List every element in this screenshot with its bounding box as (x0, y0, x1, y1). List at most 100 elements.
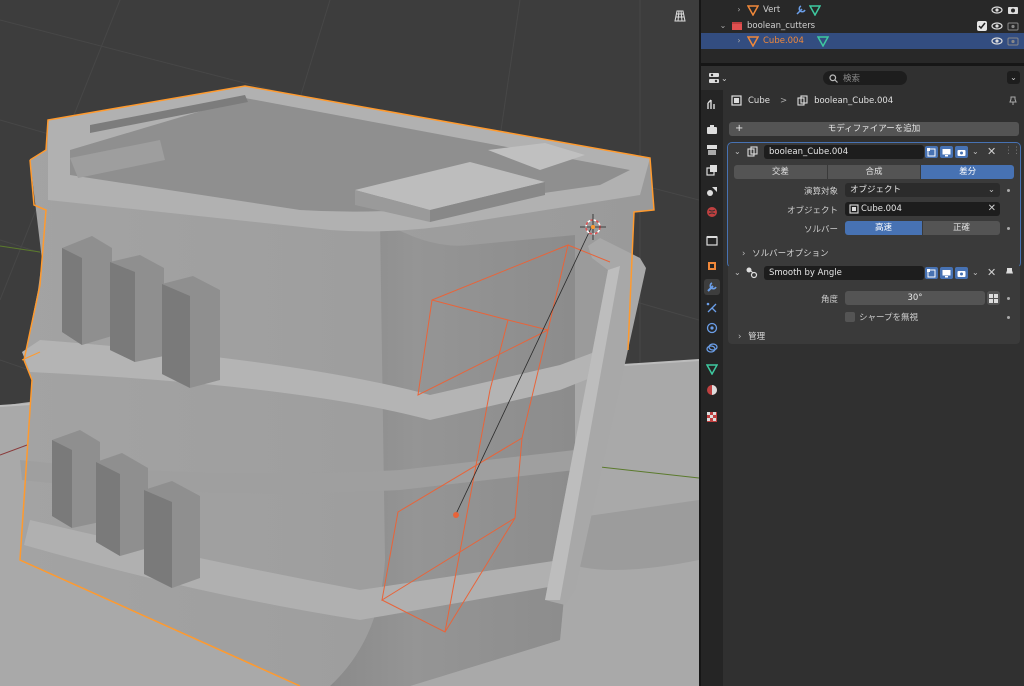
outliner-row-boolean-cutters[interactable]: ⌄ boolean_cutters (701, 18, 1024, 34)
operation-intersect[interactable]: 交差 (734, 165, 828, 179)
tab-physics[interactable] (704, 320, 720, 336)
expand-arrow-icon[interactable]: › (735, 6, 743, 14)
solver-options-subpanel[interactable]: › ソルバーオプション (742, 247, 829, 259)
collapse-chevron-icon[interactable]: ⌄ (734, 146, 741, 158)
operation-union[interactable]: 合成 (827, 165, 922, 179)
solver-exact[interactable]: 正確 (923, 221, 1000, 235)
eye-icon[interactable] (991, 20, 1003, 32)
viewport-grid-toggle-button[interactable] (673, 9, 691, 27)
breadcrumb: Cube > boolean_Cube.004 (731, 95, 893, 106)
angle-input[interactable]: 30° (845, 291, 985, 305)
add-modifier-label: モディファイアーを追加 (827, 124, 921, 134)
viewport-display-toggle[interactable] (940, 146, 953, 158)
collapse-arrow-icon[interactable]: ⌄ (719, 22, 727, 30)
chevron-down-icon[interactable]: ⌄ (972, 267, 979, 279)
object-value: Cube.004 (861, 204, 902, 214)
tab-tool[interactable] (704, 96, 720, 112)
tab-particles[interactable] (704, 300, 720, 316)
monitor-icon (942, 148, 951, 156)
camera-icon[interactable] (1007, 35, 1019, 47)
edit-mode-toggle[interactable] (925, 267, 938, 279)
outliner-label: boolean_cutters (747, 21, 816, 31)
mesh-data-icon[interactable] (809, 4, 821, 16)
collapse-chevron-icon[interactable]: ⌄ (734, 267, 741, 279)
tab-data[interactable] (704, 361, 720, 377)
options-dropdown-button[interactable]: ⌄ (1007, 71, 1020, 84)
expand-arrow-icon[interactable]: › (735, 37, 743, 45)
edit-mode-toggle[interactable] (925, 146, 938, 158)
tab-view-layer[interactable] (704, 162, 720, 178)
operand-value: オブジェクト (850, 185, 902, 195)
attribute-icon (989, 293, 998, 303)
outliner-row-cube004[interactable]: › Cube.004 (701, 33, 1024, 49)
modifier-name-field[interactable]: Smooth by Angle (764, 266, 924, 280)
eye-icon[interactable] (991, 35, 1003, 47)
camera-icon[interactable] (1007, 20, 1019, 32)
tab-scene[interactable] (704, 183, 720, 199)
ignore-sharp-checkbox[interactable] (845, 312, 855, 322)
plus-icon: + (735, 123, 744, 134)
tab-output[interactable] (704, 142, 720, 158)
object-label: オブジェクト (786, 206, 838, 216)
tab-collection[interactable] (704, 232, 720, 248)
object-field[interactable]: Cube.004 ✕ (845, 202, 1000, 216)
render-icon (707, 125, 717, 134)
properties-tabs (701, 90, 723, 686)
animate-property-dot[interactable] (1007, 316, 1010, 319)
operation-difference[interactable]: 差分 (921, 165, 1014, 179)
delete-modifier-button[interactable]: ✕ (987, 267, 996, 279)
drag-handle-icon[interactable]: ⋮⋮ (1004, 146, 1021, 156)
tab-render[interactable] (704, 122, 720, 138)
mesh-data-icon[interactable] (817, 35, 829, 47)
node-socket-button[interactable] (987, 291, 1000, 305)
output-icon (707, 145, 717, 155)
chevron-down-icon[interactable]: ⌄ (972, 146, 979, 158)
tab-material[interactable] (704, 382, 720, 398)
animate-property-dot[interactable] (1007, 227, 1010, 230)
delete-modifier-button[interactable]: ✕ (987, 146, 996, 158)
search-input[interactable]: 検索 (823, 71, 907, 85)
render-toggle[interactable] (955, 267, 968, 279)
chevron-down-icon: ⌄ (987, 185, 995, 195)
tab-world[interactable] (704, 204, 720, 220)
breadcrumb-object: Cube (748, 95, 770, 106)
wrench-icon[interactable] (795, 4, 807, 16)
modifier-header[interactable]: ⌄ boolean_Cube.004 ⌄ ✕ ⋮⋮ (728, 143, 1021, 161)
operand-dropdown[interactable]: オブジェクト ⌄ (845, 183, 1000, 197)
pin-icon[interactable] (1004, 267, 1015, 278)
animate-property-dot[interactable] (1007, 189, 1010, 192)
camera-icon[interactable] (1007, 4, 1019, 16)
modifier-header[interactable]: ⌄ Smooth by Angle ⌄ ✕ (728, 264, 1020, 282)
mesh-object-icon (747, 36, 759, 47)
editor-type-button[interactable]: ⌄ (708, 71, 730, 85)
collection-icon (732, 22, 742, 30)
scene-icon (707, 187, 717, 196)
tool-icon (707, 99, 715, 109)
checkbox-checked-icon[interactable] (977, 21, 987, 31)
outliner-label: Cube.004 (763, 36, 804, 46)
object-origin (453, 512, 459, 518)
world-icon (707, 207, 717, 217)
tab-constraints[interactable] (704, 340, 720, 356)
manage-subpanel[interactable]: › 管理 (738, 330, 765, 342)
modifier-name-field[interactable]: boolean_Cube.004 (764, 145, 924, 159)
boolean-modifier-icon (797, 95, 808, 106)
clear-field-icon[interactable]: ✕ (988, 202, 996, 216)
eye-icon[interactable] (991, 4, 1003, 16)
physics-icon (706, 322, 718, 334)
viewport-display-toggle[interactable] (940, 267, 953, 279)
add-modifier-button[interactable]: + モディファイアーを追加 (729, 122, 1019, 136)
properties-panel: Cube > boolean_Cube.004 + モディファイアーを追加 ⌄ … (723, 90, 1024, 686)
solver-fast[interactable]: 高速 (845, 221, 923, 235)
material-icon (707, 385, 717, 395)
properties-header: ⌄ 検索 ⌄ (701, 66, 1024, 90)
smooth-by-angle-panel: ⌄ Smooth by Angle ⌄ ✕ 角度 30° シャープを無視 › 管… (728, 264, 1020, 344)
tab-texture[interactable] (704, 409, 720, 425)
render-toggle[interactable] (955, 146, 968, 158)
tab-object[interactable] (704, 258, 720, 274)
outliner-row-vert[interactable]: › Vert (701, 2, 1024, 18)
tab-modifiers[interactable] (704, 279, 720, 295)
3d-viewport[interactable] (0, 0, 699, 686)
animate-property-dot[interactable] (1007, 297, 1010, 300)
pin-icon[interactable] (1008, 96, 1018, 106)
